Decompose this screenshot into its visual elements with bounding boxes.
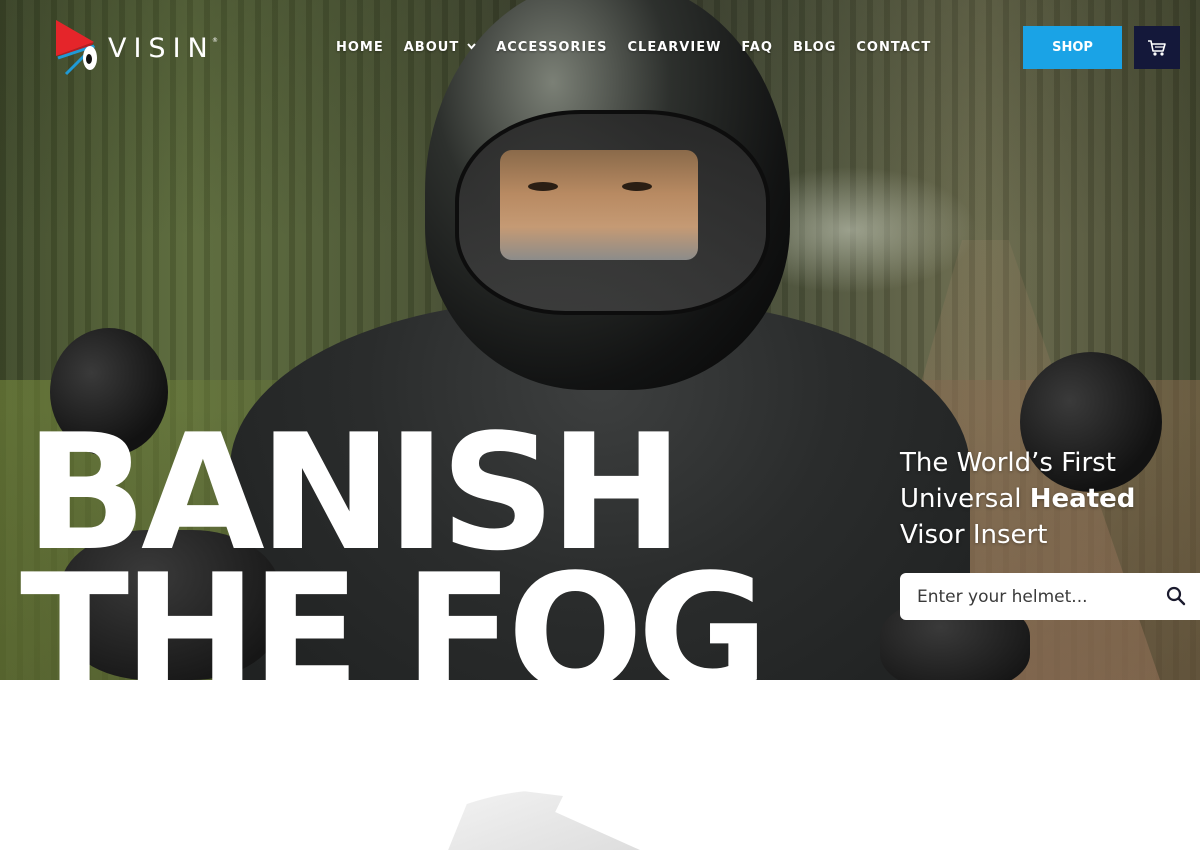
- hero-headline: BANISH THE FOG: [20, 410, 840, 681]
- cart-icon: [1148, 39, 1166, 56]
- brand-name: VISIN: [108, 32, 215, 64]
- nav-blog[interactable]: BLOG: [793, 40, 836, 55]
- helmet-search-input[interactable]: [917, 586, 1157, 607]
- nav-about-label: ABOUT: [403, 40, 460, 55]
- nav-home[interactable]: HOME: [336, 40, 384, 55]
- rider-face: [500, 150, 698, 260]
- rider-eye-right: [622, 182, 652, 191]
- tagline-bold: Heated: [1029, 484, 1136, 514]
- cart-button[interactable]: [1134, 26, 1180, 69]
- chevron-down-icon[interactable]: [467, 42, 476, 53]
- nav-about[interactable]: ABOUT: [404, 40, 476, 55]
- search-icon[interactable]: [1166, 586, 1186, 610]
- hero-tagline: The World’s First Universal Heated Visor…: [900, 445, 1190, 553]
- nav-faq[interactable]: FAQ: [741, 40, 773, 55]
- logo-mark-icon: [56, 20, 97, 76]
- nav-contact[interactable]: CONTACT: [856, 40, 931, 55]
- nav-clearview[interactable]: CLEARVIEW: [628, 40, 722, 55]
- nav-accessories[interactable]: ACCESSORIES: [496, 40, 607, 55]
- headline-line-2: THE FOG: [20, 539, 769, 681]
- main-nav: HOME ABOUT ACCESSORIES CLEARVIEW FAQ BLO…: [336, 40, 951, 55]
- helmet-search: [900, 573, 1200, 620]
- brand-logo[interactable]: VISIN ®: [54, 20, 218, 76]
- product-image: [440, 788, 680, 850]
- shop-button[interactable]: SHOP: [1023, 26, 1122, 69]
- registered-mark: ®: [212, 37, 218, 44]
- tagline-part-2: Visor Insert: [900, 520, 1048, 550]
- rider-eye-left: [528, 182, 558, 191]
